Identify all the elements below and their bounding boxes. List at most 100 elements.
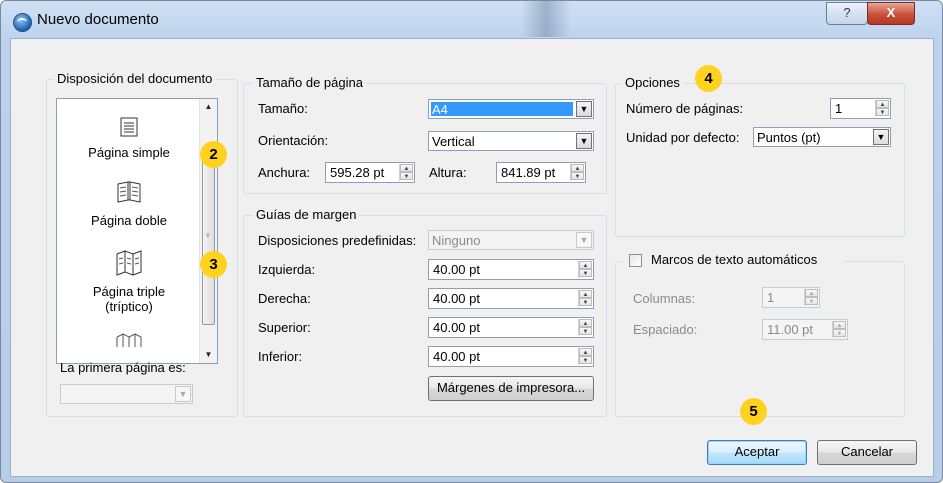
bottom-margin-stepper[interactable]: 40.00 pt ▲ ▼ xyxy=(428,346,594,367)
presets-select[interactable]: Ninguno ▼ xyxy=(428,230,594,250)
left-margin-value: 40.00 pt xyxy=(433,262,480,277)
list-item-single-page[interactable]: Página simple xyxy=(57,117,201,160)
bottom-margin-value: 40.00 pt xyxy=(433,349,480,364)
auto-text-frames-checkbox[interactable] xyxy=(629,254,642,267)
layout-scrollbar[interactable]: ▲ ≡ ▼ xyxy=(199,99,217,363)
dialog-window: Nuevo documento ? X Disposición del docu… xyxy=(0,0,943,483)
chevron-down-icon: ▼ xyxy=(873,129,889,145)
auto-text-frames-label: Marcos de texto automáticos xyxy=(651,252,818,267)
scroll-down-arrow-icon[interactable]: ▼ xyxy=(200,347,217,363)
top-margin-stepper[interactable]: 40.00 pt ▲ ▼ xyxy=(428,317,594,338)
spin-down-icon[interactable]: ▼ xyxy=(579,327,592,335)
spin-up-icon[interactable]: ▲ xyxy=(579,261,592,269)
cancel-button[interactable]: Cancelar xyxy=(817,440,917,465)
spin-up-icon[interactable]: ▲ xyxy=(876,100,889,108)
quad-page-icon xyxy=(116,333,142,347)
callout-badge-3: 3 xyxy=(200,251,227,278)
height-value: 841.89 pt xyxy=(501,165,556,180)
list-item-triple-page[interactable]: Página triple (tríptico) xyxy=(57,250,201,314)
height-label: Altura: xyxy=(429,165,467,180)
left-margin-label: Izquierda: xyxy=(258,262,316,277)
list-item-partial-next[interactable] xyxy=(57,333,201,347)
spin-up-icon[interactable]: ▲ xyxy=(571,164,584,172)
selection-highlight xyxy=(431,102,573,116)
dialog-client-area: Disposición del documento Página simple xyxy=(10,38,934,477)
right-margin-value: 40.00 pt xyxy=(433,291,480,306)
first-page-select[interactable]: ▼ xyxy=(60,384,193,404)
spin-down-icon[interactable]: ▼ xyxy=(833,329,846,337)
auto-text-frames-group xyxy=(615,261,905,417)
spin-up-icon[interactable]: ▲ xyxy=(400,164,413,172)
chevron-down-icon: ▼ xyxy=(576,232,592,248)
right-margin-label: Derecha: xyxy=(258,291,311,306)
spin-down-icon[interactable]: ▼ xyxy=(579,356,592,364)
height-stepper[interactable]: 841.89 pt ▲ ▼ xyxy=(496,162,586,183)
width-value: 595.28 pt xyxy=(330,165,385,180)
app-icon xyxy=(13,13,32,32)
chevron-down-icon: ▼ xyxy=(175,386,191,402)
options-title: Opciones xyxy=(622,75,683,90)
spin-down-icon[interactable]: ▼ xyxy=(805,297,818,305)
spin-down-icon[interactable]: ▼ xyxy=(579,269,592,277)
list-item-label-line1: Página triple xyxy=(92,284,166,299)
scroll-grip-icon: ≡ xyxy=(206,233,210,239)
presets-label: Disposiciones predefinidas: xyxy=(258,233,417,248)
orientation-value: Vertical xyxy=(432,134,475,149)
first-page-label: La primera página es: xyxy=(60,360,186,375)
document-layout-title: Disposición del documento xyxy=(54,71,216,86)
default-unit-select[interactable]: Puntos (pt) ▼ xyxy=(753,127,891,147)
columns-label: Columnas: xyxy=(633,291,696,306)
scroll-thumb[interactable] xyxy=(202,153,215,325)
triple-page-icon xyxy=(116,250,142,276)
width-stepper[interactable]: 595.28 pt ▲ ▼ xyxy=(325,162,415,183)
right-margin-stepper[interactable]: 40.00 pt ▲ ▼ xyxy=(428,288,594,309)
spacing-value: 11.00 pt xyxy=(767,322,814,337)
size-label: Tamaño: xyxy=(258,101,308,116)
spin-up-icon[interactable]: ▲ xyxy=(579,290,592,298)
scroll-up-arrow-icon[interactable]: ▲ xyxy=(200,99,217,115)
window-title: Nuevo documento xyxy=(37,11,159,28)
layout-listbox[interactable]: Página simple Página doble Página triple… xyxy=(56,98,218,364)
close-button[interactable]: X xyxy=(867,2,915,25)
bottom-margin-label: Inferior: xyxy=(258,349,303,364)
spin-down-icon[interactable]: ▼ xyxy=(571,172,584,180)
callout-badge-5: 5 xyxy=(740,398,767,425)
width-label: Anchura: xyxy=(258,165,311,180)
spin-down-icon[interactable]: ▼ xyxy=(876,108,889,116)
list-item-label: Página simple xyxy=(88,145,170,160)
top-margin-value: 40.00 pt xyxy=(433,320,480,335)
chevron-down-icon: ▼ xyxy=(576,101,592,117)
size-select[interactable]: A4 ▼ xyxy=(428,99,594,119)
printer-margins-button[interactable]: Márgenes de impresora... xyxy=(428,376,594,401)
spin-down-icon[interactable]: ▼ xyxy=(400,172,413,180)
margin-guides-title: Guías de margen xyxy=(253,207,360,222)
help-button[interactable]: ? xyxy=(826,2,868,25)
callout-badge-2: 2 xyxy=(200,141,227,168)
spacing-stepper[interactable]: 11.00 pt ▲ ▼ xyxy=(762,319,848,340)
spin-up-icon[interactable]: ▲ xyxy=(579,319,592,327)
columns-stepper[interactable]: 1 ▲ ▼ xyxy=(762,287,820,308)
callout-badge-4: 4 xyxy=(695,65,722,92)
columns-value: 1 xyxy=(767,290,775,305)
spin-down-icon[interactable]: ▼ xyxy=(579,298,592,306)
size-value: A4 xyxy=(432,102,448,117)
page-size-title: Tamaño de página xyxy=(253,75,366,90)
ok-button[interactable]: Aceptar xyxy=(707,440,807,465)
single-page-icon xyxy=(120,117,138,137)
double-page-icon xyxy=(117,181,141,203)
default-unit-value: Puntos (pt) xyxy=(757,130,821,145)
list-item-double-page[interactable]: Página doble xyxy=(57,181,201,228)
pages-count-value: 1 xyxy=(835,101,843,116)
spin-up-icon[interactable]: ▲ xyxy=(805,289,818,297)
orientation-select[interactable]: Vertical ▼ xyxy=(428,131,594,151)
left-margin-stepper[interactable]: 40.00 pt ▲ ▼ xyxy=(428,259,594,280)
chevron-down-icon: ▼ xyxy=(576,133,592,149)
spacing-label: Espaciado: xyxy=(633,322,698,337)
pages-count-label: Número de páginas: xyxy=(626,101,744,116)
top-margin-label: Superior: xyxy=(258,320,311,335)
spin-up-icon[interactable]: ▲ xyxy=(579,348,592,356)
spin-up-icon[interactable]: ▲ xyxy=(833,321,846,329)
pages-count-stepper[interactable]: 1 ▲ ▼ xyxy=(830,98,891,119)
presets-value: Ninguno xyxy=(432,233,481,248)
title-bar[interactable]: Nuevo documento ? X xyxy=(1,1,942,37)
